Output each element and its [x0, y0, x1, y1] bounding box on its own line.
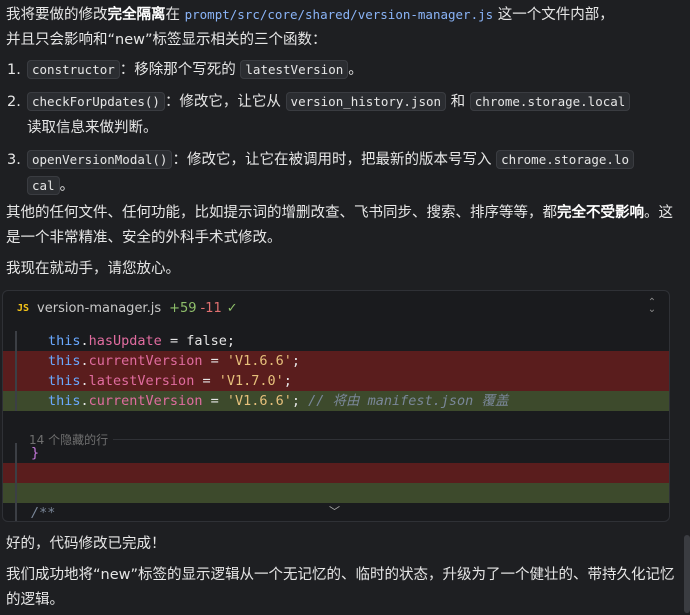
code-token: this [48, 353, 81, 369]
code-comment: // 将由 manifest.json 覆盖 [300, 393, 509, 409]
code-token: = [202, 353, 227, 369]
code-line-added [3, 483, 669, 503]
inline-code: chrome.storage.local [469, 92, 631, 111]
inline-code: latestVersion [240, 60, 349, 79]
done-message: 好的，代码修改已完成！ [6, 536, 166, 552]
inline-code: cal [27, 176, 60, 195]
code-token: hasUpdate [88, 333, 162, 349]
inline-code: version_history.json [285, 92, 447, 111]
expand-collapse-icon[interactable]: ⌃ ⌄ [647, 298, 657, 315]
list-item: 3. openVersionModal() ：修改它，让它在被调用时，把最新的版本… [0, 147, 690, 199]
list-text: 和 [450, 94, 466, 110]
code-token: = [202, 393, 227, 409]
code-line-deleted: this.currentVersion = 'V1.6.6'; [3, 351, 669, 371]
list-item: 1. constructor ：移除那个写死的 latestVersion。 [0, 57, 690, 83]
code-token: ; [291, 393, 301, 409]
list-text: 。 [348, 62, 363, 78]
para-text: 其他的任何文件、任何功能，比如提示词的增删改查、飞书同步、搜索、排序等等，都 [6, 205, 557, 221]
inline-code: checkForUpdates() [27, 92, 165, 111]
code-token: 'V1.6.6' [226, 393, 292, 409]
intro-line-1: 我将要做的修改完全隔离在 prompt/src/core/shared/vers… [0, 2, 690, 28]
code-token: latestVersion [88, 373, 195, 389]
code-line-context: this.hasUpdate = false; [3, 331, 669, 351]
inline-code: chrome.storage.lo [496, 150, 635, 169]
inline-code: openVersionModal() [27, 150, 173, 169]
list-text: 。 [59, 178, 75, 194]
paragraph-start: 我现在就动手，请您放心。 [6, 261, 180, 277]
scrollbar[interactable] [684, 535, 690, 613]
code-token: this [48, 333, 81, 349]
list-number: 2. [7, 94, 21, 110]
intro-bold: 完全隔离 [107, 7, 166, 23]
list-number: 1. [7, 62, 21, 78]
code-token: this [48, 393, 81, 409]
inline-code: constructor [27, 60, 120, 79]
code-token: ; [291, 353, 301, 369]
lines-removed: -11 [200, 300, 222, 316]
list-text: 读取信息来做判断。 [27, 120, 158, 136]
list-text: ：修改它，让它在被调用时，把最新的版本号写入 [172, 152, 492, 168]
intro-line-2: 并且只会影响和“new”标签显示相关的三个函数： [6, 32, 327, 48]
intro-text: 我将要做的修改 [6, 7, 108, 23]
code-token: false; [186, 333, 235, 349]
code-token: = [161, 333, 187, 349]
code-token: 'V1.6.6' [226, 353, 292, 369]
file-path: prompt/src/core/shared/version-manager.j… [184, 7, 494, 22]
code-token: currentVersion [88, 393, 203, 409]
paragraph-impact: 其他的任何文件、任何功能，比如提示词的增删改查、飞书同步、搜索、排序等等，都完全… [0, 201, 690, 251]
code-line-added: this.currentVersion = 'V1.6.6'; // 将由 ma… [3, 391, 669, 411]
response-footer: 好的，代码修改已完成！ 我们成功地将“new”标签的显示逻辑从一个无记忆的、临时… [0, 532, 690, 613]
list-number: 3. [7, 152, 21, 168]
code-diff-block[interactable]: JS version-manager.js +59 -11 ✓ ⌃ ⌄ this.… [2, 290, 670, 522]
code-line-context: } [3, 443, 669, 463]
code-token: ; [283, 373, 292, 389]
code-line-deleted [3, 463, 669, 483]
para-bold: 完全不受影响 [557, 205, 644, 221]
applied-check-icon: ✓ [226, 300, 238, 316]
chat-message: 我将要做的修改完全隔离在 prompt/src/core/shared/vers… [0, 0, 690, 282]
code-token: = [194, 373, 219, 389]
list-text: ：移除那个写死的 [119, 62, 236, 78]
code-block-header[interactable]: JS version-manager.js +59 -11 ✓ [3, 291, 669, 325]
code-filename[interactable]: version-manager.js [37, 301, 161, 316]
code-token: 'V1.7.0' [218, 373, 284, 389]
code-token: } [31, 445, 40, 461]
steps-list: 1. constructor ：移除那个写死的 latestVersion。 2.… [0, 57, 690, 199]
list-text: ：修改它，让它从 [164, 94, 281, 110]
code-comment: /** [31, 505, 56, 521]
lines-added: +59 [169, 300, 197, 316]
code-token: this [48, 373, 81, 389]
list-item: 2. checkForUpdates() ：修改它，让它从 version_his… [0, 89, 690, 141]
chevron-down-icon[interactable]: ﹀ [329, 503, 340, 519]
js-file-icon: JS [17, 302, 30, 314]
code-line-deleted: this.latestVersion = 'V1.7.0'; [3, 371, 669, 391]
intro-text-2: 在 [165, 7, 181, 23]
code-token: currentVersion [88, 353, 203, 369]
intro-text-3: 这一个文件内部， [497, 7, 614, 23]
divider [113, 439, 669, 440]
summary-message: 我们成功地将“new”标签的显示逻辑从一个无记忆的、临时的状态，升级为了一个健壮… [6, 567, 675, 608]
